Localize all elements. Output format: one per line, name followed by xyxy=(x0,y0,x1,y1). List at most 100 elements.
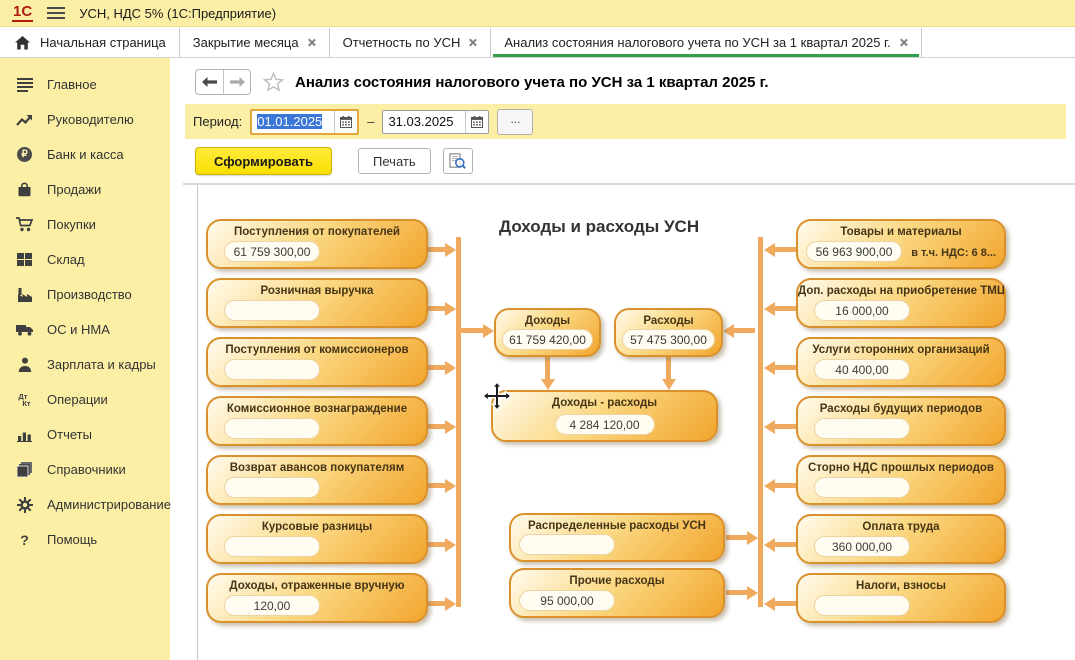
box-value: 57 475 300,00 xyxy=(622,329,715,350)
bar-chart-icon xyxy=(15,426,34,444)
1c-logo: 1С xyxy=(12,4,33,22)
distributed-expenses-box[interactable]: Распределенные расходы УСН xyxy=(509,513,725,562)
flow-arrow xyxy=(775,542,796,547)
period-from-value[interactable]: 01.01.2025 xyxy=(257,114,322,129)
main-menu-icon[interactable] xyxy=(47,7,65,19)
expense-item-box[interactable]: Сторно НДС прошлых периодов xyxy=(796,455,1006,505)
sidebar-item-manager[interactable]: Руководителю xyxy=(0,102,170,137)
income-source-box[interactable]: Курсовые разницы xyxy=(206,514,428,564)
expense-item-box[interactable]: Доп. расходы на приобретение ТМЦ 16 000,… xyxy=(796,278,1006,328)
back-button[interactable] xyxy=(196,70,223,94)
print-preview-button[interactable] xyxy=(443,148,473,174)
calendar-icon[interactable] xyxy=(334,111,357,133)
box-label: Поступления от покупателей xyxy=(208,221,426,238)
expense-total-box[interactable]: Расходы 57 475 300,00 xyxy=(614,308,723,357)
box-value xyxy=(814,477,910,498)
report-header: Анализ состояния налогового учета по УСН… xyxy=(170,62,1075,102)
tab-usn-reporting[interactable]: Отчетность по УСН xyxy=(330,28,492,57)
flow-arrow xyxy=(426,365,445,370)
title-bar: 1С УСН, НДС 5% (1С:Предприятие) xyxy=(0,0,1075,27)
bag-icon xyxy=(15,181,34,199)
sidebar-item-label: Зарплата и кадры xyxy=(47,357,156,372)
grid-icon xyxy=(15,251,34,269)
period-to-field[interactable]: 31.03.2025 xyxy=(382,110,489,134)
sidebar-item-bank-cash[interactable]: ₽ Банк и касса xyxy=(0,137,170,172)
sidebar-item-directories[interactable]: Справочники xyxy=(0,452,170,487)
sidebar-item-purchases[interactable]: Покупки xyxy=(0,207,170,242)
box-value xyxy=(519,534,615,555)
income-source-box[interactable]: Возврат авансов покупателям xyxy=(206,455,428,505)
sidebar-item-label: ОС и НМА xyxy=(47,322,110,337)
box-value: 61 759 420,00 xyxy=(502,329,593,350)
question-icon: ? xyxy=(15,531,34,549)
expense-item-box[interactable]: Товары и материалы 56 963 900,00 в т.ч. … xyxy=(796,219,1006,269)
sidebar-item-administration[interactable]: Администрирование xyxy=(0,487,170,522)
close-icon[interactable] xyxy=(468,38,477,47)
tab-usn-analysis[interactable]: Анализ состояния налогового учета по УСН… xyxy=(491,28,921,57)
flow-arrow xyxy=(426,306,445,311)
expense-item-box[interactable]: Оплата труда 360 000,00 xyxy=(796,514,1006,564)
period-bar: Период: 01.01.2025 – 31.03.2025 ... xyxy=(185,104,1066,139)
cart-icon xyxy=(15,216,34,234)
tab-home[interactable]: Начальная страница xyxy=(0,28,180,57)
box-label: Налоги, взносы xyxy=(798,575,1004,592)
income-source-box[interactable]: Комиссионное вознаграждение xyxy=(206,396,428,446)
close-icon[interactable] xyxy=(307,38,316,47)
income-source-box[interactable]: Поступления от комиссионеров xyxy=(206,337,428,387)
box-value xyxy=(224,477,320,498)
print-button[interactable]: Печать xyxy=(358,148,431,174)
close-icon[interactable] xyxy=(899,38,908,47)
sidebar-item-help[interactable]: ? Помощь xyxy=(0,522,170,557)
period-from-field[interactable]: 01.01.2025 xyxy=(250,109,359,135)
window-title: УСН, НДС 5% (1С:Предприятие) xyxy=(79,6,276,21)
box-value: 4 284 120,00 xyxy=(555,414,655,435)
income-minus-expense-box[interactable]: Доходы - расходы 4 284 120,00 xyxy=(491,390,718,442)
income-source-box[interactable]: Доходы, отраженные вручную 120,00 xyxy=(206,573,428,623)
expense-item-box[interactable]: Налоги, взносы xyxy=(796,573,1006,623)
sidebar-item-warehouse[interactable]: Склад xyxy=(0,242,170,277)
box-label: Комиссионное вознаграждение xyxy=(208,398,426,415)
report-canvas: Доходы и расходы УСН Поступления от поку… xyxy=(197,185,1075,660)
calendar-icon[interactable] xyxy=(465,111,488,133)
box-value xyxy=(814,418,910,439)
sidebar-item-sales[interactable]: Продажи xyxy=(0,172,170,207)
sidebar-item-production[interactable]: Производство xyxy=(0,277,170,312)
sidebar-item-operations[interactable]: ДтКт Операции xyxy=(0,382,170,417)
generate-button[interactable]: Сформировать xyxy=(195,147,332,175)
income-total-box[interactable]: Доходы 61 759 420,00 xyxy=(494,308,601,357)
flow-arrow xyxy=(775,365,796,370)
sidebar-item-payroll-hr[interactable]: Зарплата и кадры xyxy=(0,347,170,382)
period-to-value[interactable]: 31.03.2025 xyxy=(383,114,465,129)
expense-item-box[interactable]: Услуги сторонних организаций 40 400,00 xyxy=(796,337,1006,387)
other-expenses-box[interactable]: Прочие расходы 95 000,00 xyxy=(509,568,725,618)
favorite-star-icon[interactable] xyxy=(263,72,284,92)
tab-bar: Начальная страница Закрытие месяца Отчет… xyxy=(0,28,1075,58)
ruble-icon: ₽ xyxy=(15,146,34,164)
tab-label: Отчетность по УСН xyxy=(343,35,461,50)
menu-lines-icon xyxy=(15,76,34,94)
box-label: Возврат авансов покупателям xyxy=(208,457,426,474)
sidebar-item-reports[interactable]: Отчеты xyxy=(0,417,170,452)
box-label: Поступления от комиссионеров xyxy=(208,339,426,356)
sidebar-item-fixed-assets[interactable]: ОС и НМА xyxy=(0,312,170,347)
sidebar-item-label: Производство xyxy=(47,287,132,302)
move-cursor-icon[interactable] xyxy=(482,381,512,416)
diagram-title: Доходы и расходы УСН xyxy=(499,217,699,237)
period-more-button[interactable]: ... xyxy=(497,109,533,135)
tab-month-closing[interactable]: Закрытие месяца xyxy=(180,28,330,57)
box-value xyxy=(224,300,320,321)
box-value xyxy=(224,359,320,380)
forward-button[interactable] xyxy=(223,70,250,94)
flow-arrow xyxy=(775,601,796,606)
box-label: Расходы будущих периодов xyxy=(798,398,1004,415)
sidebar-item-label: Отчеты xyxy=(47,427,92,442)
flow-arrow xyxy=(666,357,671,379)
expense-item-box[interactable]: Расходы будущих периодов xyxy=(796,396,1006,446)
sidebar-item-main[interactable]: Главное xyxy=(0,67,170,102)
sidebar-item-label: Банк и касса xyxy=(47,147,124,162)
gear-icon xyxy=(15,496,34,514)
income-source-box[interactable]: Поступления от покупателей 61 759 300,00 xyxy=(206,219,428,269)
box-value xyxy=(224,418,320,439)
box-value: 56 963 900,00 xyxy=(806,241,902,262)
income-source-box[interactable]: Розничная выручка xyxy=(206,278,428,328)
